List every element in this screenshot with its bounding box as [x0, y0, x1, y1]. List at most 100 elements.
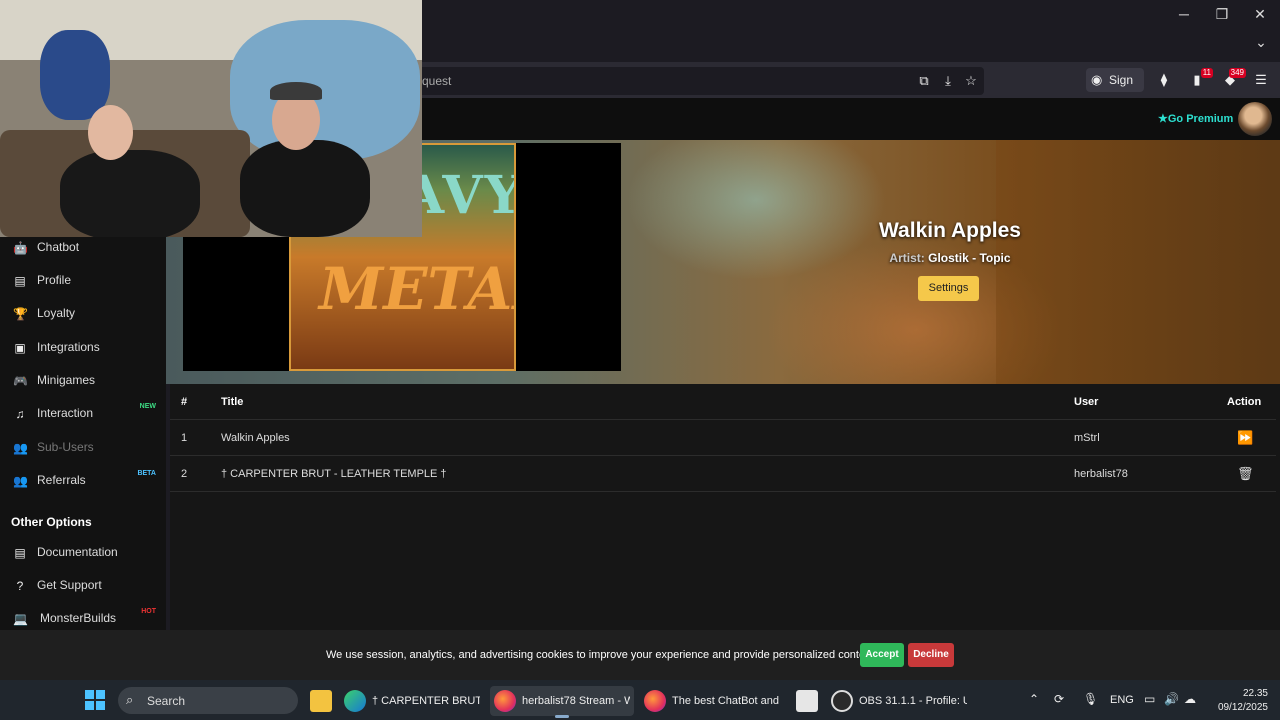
- taskbar-app-label: The best ChatBot and W: [672, 695, 780, 707]
- go-premium-link[interactable]: ★Go Premium: [1158, 112, 1233, 125]
- sidebar-item-label: Referrals: [37, 473, 86, 487]
- trash-icon[interactable]: 🗑: [1237, 466, 1254, 482]
- volume-icon[interactable]: 🔊: [1164, 692, 1179, 706]
- decline-cookies-button[interactable]: Decline: [908, 643, 954, 667]
- row-title: Walkin Apples: [221, 432, 290, 444]
- webcam-person: [240, 140, 370, 237]
- sidebar-item-minigames[interactable]: 🎮 Minigames: [0, 364, 166, 397]
- sidebar-item-sub-users[interactable]: 👥 Sub-Users: [0, 431, 166, 464]
- id-card-icon: ▤: [14, 274, 26, 288]
- row-num: 1: [181, 432, 188, 444]
- tab-list-dropdown-icon[interactable]: ⌄: [1250, 34, 1272, 56]
- sidebar-item-profile[interactable]: ▤ Profile: [0, 264, 166, 297]
- table-row: 2 † CARPENTER BRUT - LEATHER TEMPLE † he…: [170, 456, 1276, 492]
- laptop-icon: 💻: [13, 612, 28, 626]
- row-user: herbalist78: [1074, 468, 1128, 480]
- users-icon: 👥: [13, 441, 28, 455]
- artist-name: Glostik - Topic: [928, 251, 1011, 265]
- extension-1-badge: 11: [1200, 68, 1213, 78]
- store-icon[interactable]: [792, 686, 820, 716]
- settings-button[interactable]: Settings: [918, 276, 979, 301]
- taskbar-app-label: OBS 31.1.1 - Profile: Unti: [859, 695, 967, 707]
- file-explorer-icon[interactable]: [306, 686, 334, 716]
- sidebar-item-referrals[interactable]: 👥 Referrals BETA: [0, 464, 166, 497]
- webcam-person: [88, 105, 133, 160]
- taskbar-app-obs[interactable]: OBS 31.1.1 - Profile: Unti: [827, 686, 971, 716]
- search-label: Search: [147, 694, 186, 708]
- chevron-up-icon[interactable]: ⌃: [1029, 692, 1039, 706]
- sidebar-item-loyalty[interactable]: 🏆 Loyalty: [0, 297, 166, 330]
- taskbar-app-label: † CARPENTER BRUT - LE: [372, 695, 480, 707]
- display-icon[interactable]: ▭: [1144, 692, 1155, 706]
- folder-icon: [310, 690, 332, 712]
- url-text: quest: [422, 74, 452, 88]
- language-indicator[interactable]: ENG: [1110, 694, 1134, 706]
- network-icon[interactable]: ☁: [1184, 692, 1196, 706]
- sidebar-item-integrations[interactable]: ▣ Integrations: [0, 331, 166, 364]
- avatar[interactable]: [1238, 102, 1272, 136]
- sidebar-item-get-support[interactable]: ? Get Support: [0, 569, 166, 602]
- sync-icon[interactable]: ⟳: [1054, 692, 1064, 706]
- extensions-icon[interactable]: ⧫: [1153, 70, 1175, 90]
- accept-cookies-button[interactable]: Accept: [860, 643, 904, 667]
- extension-2-icon[interactable]: ◆ 349: [1219, 68, 1246, 90]
- sidebar-item-label: Get Support: [37, 578, 102, 592]
- col-user: User: [1074, 396, 1099, 408]
- sidebar-item-label: MonsterBuilds: [40, 611, 117, 625]
- account-icon: ◉: [1091, 72, 1103, 87]
- star-icon: ★: [1158, 113, 1168, 125]
- sign-in-button[interactable]: ◉ Sign in: [1086, 68, 1144, 111]
- restore-button[interactable]: ❐: [1204, 4, 1240, 24]
- extension-1-icon[interactable]: ▮ 11: [1186, 68, 1213, 90]
- firefox-icon: [494, 690, 516, 712]
- integration-icon: ▣: [14, 341, 26, 355]
- question-icon: ?: [16, 579, 24, 593]
- webcam-overlay: [0, 0, 422, 237]
- microsoft-store-icon: [796, 690, 818, 712]
- col-num: #: [181, 396, 188, 408]
- artist-line: Artist: Glostik - Topic: [850, 251, 1050, 265]
- sidebar-item-label: Interaction: [37, 406, 94, 420]
- webcam-person: [60, 150, 200, 237]
- sidebar-item-documentation[interactable]: ▤ Documentation: [0, 536, 166, 569]
- minimize-button[interactable]: ─: [1166, 4, 1202, 24]
- users-icon: 👥: [13, 474, 28, 488]
- date: 09/12/2025: [1217, 702, 1268, 713]
- taskbar-search[interactable]: ⌕ Search: [118, 687, 298, 714]
- install-app-icon[interactable]: ⤓: [939, 72, 957, 90]
- sidebar-item-label: Profile: [37, 273, 72, 287]
- edge-icon: [344, 690, 366, 712]
- webcam-bg: [40, 30, 110, 120]
- sidebar-item-interaction[interactable]: ♫ Interaction NEW: [0, 397, 166, 430]
- menu-icon[interactable]: ☰: [1250, 70, 1272, 90]
- search-icon: ⌕: [126, 692, 134, 707]
- taskbar-app-edge[interactable]: † CARPENTER BRUT - LE: [340, 686, 482, 716]
- clock[interactable]: 22.35 09/12/2025: [1200, 687, 1268, 715]
- cookie-text: We use session, analytics, and advertisi…: [326, 649, 878, 661]
- picture-in-picture-icon[interactable]: ⧉: [915, 72, 933, 90]
- sidebar-item-label: Minigames: [37, 373, 96, 387]
- col-action: Action: [1227, 396, 1262, 408]
- col-title: Title: [221, 396, 244, 408]
- microphone-icon[interactable]: 🎙: [1083, 692, 1098, 706]
- sidebar-item-label: Documentation: [37, 545, 118, 559]
- skip-forward-icon[interactable]: ⏩: [1237, 430, 1253, 446]
- docs-icon: ▤: [14, 546, 26, 560]
- sidebar-item-label: Loyalty: [37, 306, 76, 320]
- windows-start-icon[interactable]: [85, 690, 105, 710]
- sidebar-item-label: Chatbot: [37, 240, 80, 254]
- bookmark-star-icon[interactable]: ☆: [962, 72, 980, 90]
- music-note-icon: ♫: [15, 407, 25, 421]
- robot-icon: 🤖: [13, 241, 28, 255]
- sidebar-item-label: Sub-Users: [37, 440, 94, 454]
- sidebar-item-label: Integrations: [37, 340, 100, 354]
- url-bar[interactable]: quest: [410, 67, 984, 95]
- taskbar-app-firefox-2[interactable]: The best ChatBot and W: [640, 686, 784, 716]
- close-window-button[interactable]: ✕: [1242, 4, 1278, 24]
- table-header: # Title User Action: [170, 384, 1276, 420]
- row-num: 2: [181, 468, 188, 480]
- taskbar-app-firefox[interactable]: herbalist78 Stream - Wa: [490, 686, 634, 718]
- webcam-bg: [230, 20, 420, 160]
- hot-badge: HOT: [141, 608, 156, 615]
- taskbar-app-label: herbalist78 Stream - Wa: [522, 695, 630, 707]
